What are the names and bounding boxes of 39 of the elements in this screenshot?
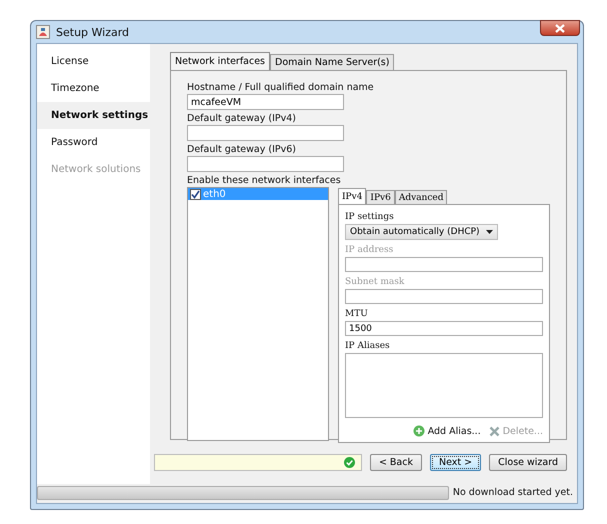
field-label: Default gateway (IPv6) <box>187 144 297 156</box>
field-label: Subnet mask <box>345 277 406 289</box>
field-label: Default gateway (IPv4) <box>187 113 297 125</box>
check-icon <box>344 457 355 468</box>
tab[interactable]: Network interfaces <box>170 52 270 70</box>
interface-name: eth0 <box>203 188 226 200</box>
app-icon <box>36 25 50 39</box>
aliases-box[interactable] <box>345 353 543 418</box>
checkbox[interactable] <box>190 188 201 200</box>
tab[interactable]: Advanced <box>394 190 448 204</box>
wizard-button[interactable]: < Back <box>370 454 422 471</box>
input-field[interactable] <box>187 125 344 141</box>
field-label: IP address <box>345 245 394 257</box>
caret-icon <box>486 230 493 234</box>
list-label: Enable these network interfaces <box>187 175 342 187</box>
alias-button[interactable]: Add Alias... <box>412 425 481 437</box>
delete-icon <box>488 426 500 436</box>
field-label: IP settings <box>345 212 395 224</box>
tab[interactable]: Domain Name Server(s) <box>270 54 394 70</box>
sidebar-item[interactable]: Timezone <box>37 75 150 102</box>
status-text: No download started yet. <box>452 487 573 498</box>
field-label: Hostname / Full qualified domain name <box>187 82 375 94</box>
field-label: IP Aliases <box>345 341 391 353</box>
window-title: Setup Wizard <box>56 26 130 38</box>
sidebar-item[interactable]: License <box>37 48 150 75</box>
input-field[interactable]: 1500 <box>345 321 543 336</box>
plus-icon <box>412 425 425 437</box>
field-label: MTU <box>345 309 369 321</box>
input-field[interactable] <box>187 156 344 172</box>
sidebar-item[interactable]: Password <box>37 129 150 156</box>
wizard-button[interactable]: Close wizard <box>489 454 567 471</box>
sidebar-item[interactable]: Network settings <box>37 102 150 129</box>
tab[interactable]: IPv6 <box>366 190 395 204</box>
tab[interactable]: IPv4 <box>338 188 366 204</box>
dropdown[interactable]: Obtain automatically (DHCP) <box>345 224 498 240</box>
input-field[interactable]: mcafeeVM <box>187 94 344 110</box>
close-icon <box>555 24 565 32</box>
close-button[interactable] <box>540 20 580 36</box>
wizard-button[interactable]: Next > <box>430 454 482 471</box>
